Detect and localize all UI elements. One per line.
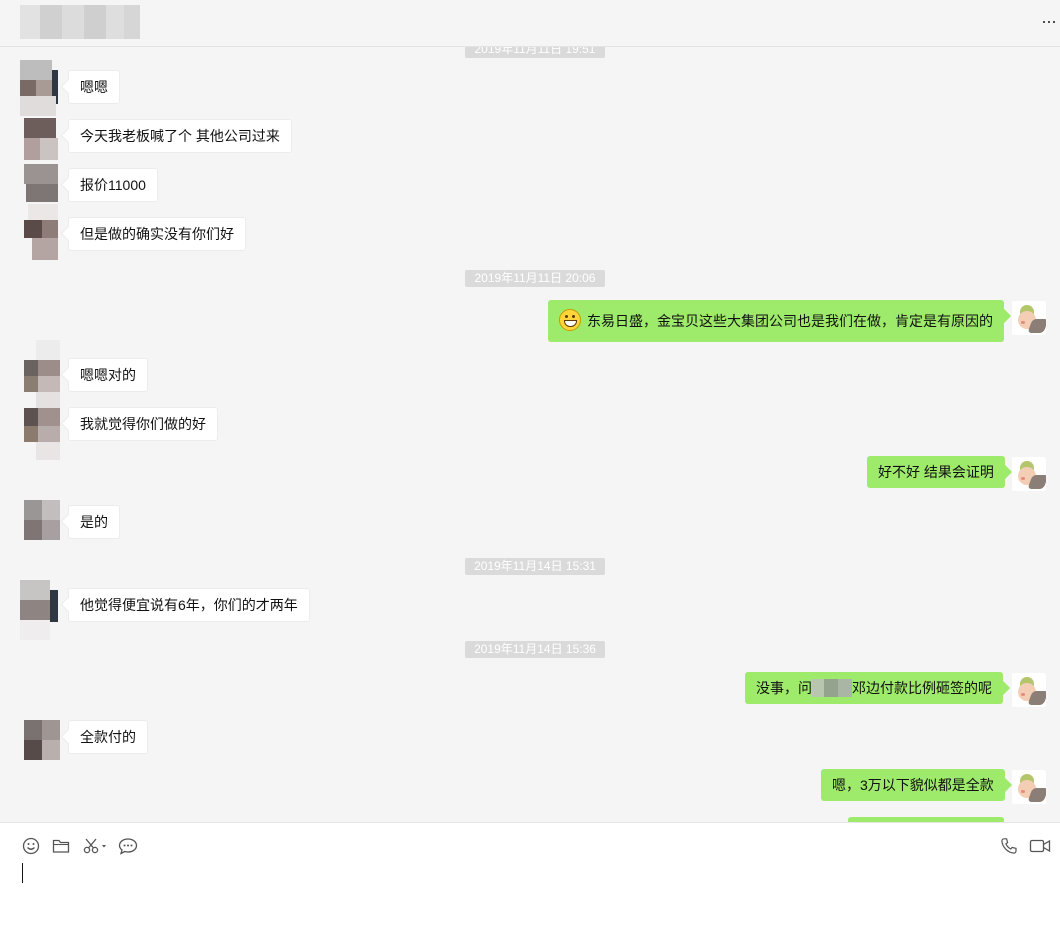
message-text: 没事，问 <box>756 680 812 696</box>
avatar[interactable] <box>20 60 60 260</box>
more-icon[interactable]: ··· <box>1041 12 1057 30</box>
message-text: 邓边付款比例砸签的呢 <box>852 680 992 696</box>
message-bubble-sent[interactable]: 好不好 结果会证明 <box>867 456 1005 488</box>
message-text: 报价11000 <box>80 177 146 193</box>
message-text: 是的 <box>80 514 108 530</box>
avatar[interactable] <box>20 580 60 640</box>
message-text: 好不好 结果会证明 <box>878 464 994 480</box>
message-bubble-sent[interactable]: 东易日盛，金宝贝这些大集团公司也是我们在做，肯定是有原因的 <box>548 300 1004 342</box>
chat-history-icon[interactable] <box>117 835 139 857</box>
message-text: 他觉得便宜说有6年，你们的才两年 <box>80 597 298 613</box>
message-bubble-sent[interactable]: 没事，问 邓边付款比例砸签的呢 <box>745 672 1003 704</box>
timestamp: 2019年11月11日 19:51 <box>465 46 605 58</box>
avatar[interactable] <box>24 500 64 540</box>
message-bubble-received[interactable]: 嗯嗯 <box>68 70 120 104</box>
avatar-self[interactable] <box>1012 770 1046 804</box>
composer <box>0 822 1060 928</box>
message-bubble-received[interactable]: 嗯嗯对的 <box>68 358 148 392</box>
avatar-self[interactable] <box>1012 301 1046 335</box>
phone-icon[interactable] <box>998 835 1020 857</box>
timestamp: 2019年11月14日 15:31 <box>465 558 605 575</box>
message-text: 但是做的确实没有你们好 <box>80 226 234 242</box>
timestamp: 2019年11月14日 15:36 <box>465 641 605 658</box>
message-text: 今天我老板喊了个 其他公司过来 <box>80 128 280 144</box>
message-bubble-received[interactable]: 他觉得便宜说有6年，你们的才两年 <box>68 588 310 622</box>
folder-icon[interactable] <box>50 835 72 857</box>
avatar-self[interactable] <box>1012 457 1046 491</box>
message-text: 我就觉得你们做的好 <box>80 416 206 432</box>
video-icon[interactable] <box>1028 835 1052 857</box>
message-text: 嗯，3万以下貌似都是全款 <box>832 777 994 793</box>
avatar[interactable] <box>24 340 64 460</box>
message-text: 嗯嗯 <box>80 79 108 95</box>
grinning-face-emoji <box>559 309 581 331</box>
message-text: 全款付的 <box>80 729 136 745</box>
avatar[interactable] <box>24 720 64 760</box>
message-bubble-received[interactable]: 是的 <box>68 505 120 539</box>
message-bubble-received[interactable]: 但是做的确实没有你们好 <box>68 217 246 251</box>
message-bubble-received[interactable]: 今天我老板喊了个 其他公司过来 <box>68 119 292 153</box>
message-input[interactable] <box>22 863 23 883</box>
redacted-text <box>812 679 852 697</box>
emoji-icon[interactable] <box>20 835 42 857</box>
avatar-self[interactable] <box>1012 673 1046 707</box>
chat-title-redacted <box>20 5 140 39</box>
message-text: 嗯嗯对的 <box>80 367 136 383</box>
chat-header: ··· <box>0 0 1060 47</box>
message-bubble-received[interactable]: 我就觉得你们做的好 <box>68 407 218 441</box>
message-list[interactable]: 2019年11月11日 19:51 嗯嗯 今天我老板喊了个 其他公司过来 报价1… <box>0 46 1060 822</box>
message-text: 东易日盛，金宝贝这些大集团公司也是我们在做，肯定是有原因的 <box>587 313 993 329</box>
message-bubble-received[interactable]: 报价11000 <box>68 168 158 202</box>
message-bubble-received[interactable]: 全款付的 <box>68 720 148 754</box>
message-bubble-sent[interactable]: 嗯，3万以下貌似都是全款 <box>821 769 1005 801</box>
timestamp: 2019年11月11日 20:06 <box>465 270 605 287</box>
scissors-icon[interactable] <box>82 835 110 857</box>
